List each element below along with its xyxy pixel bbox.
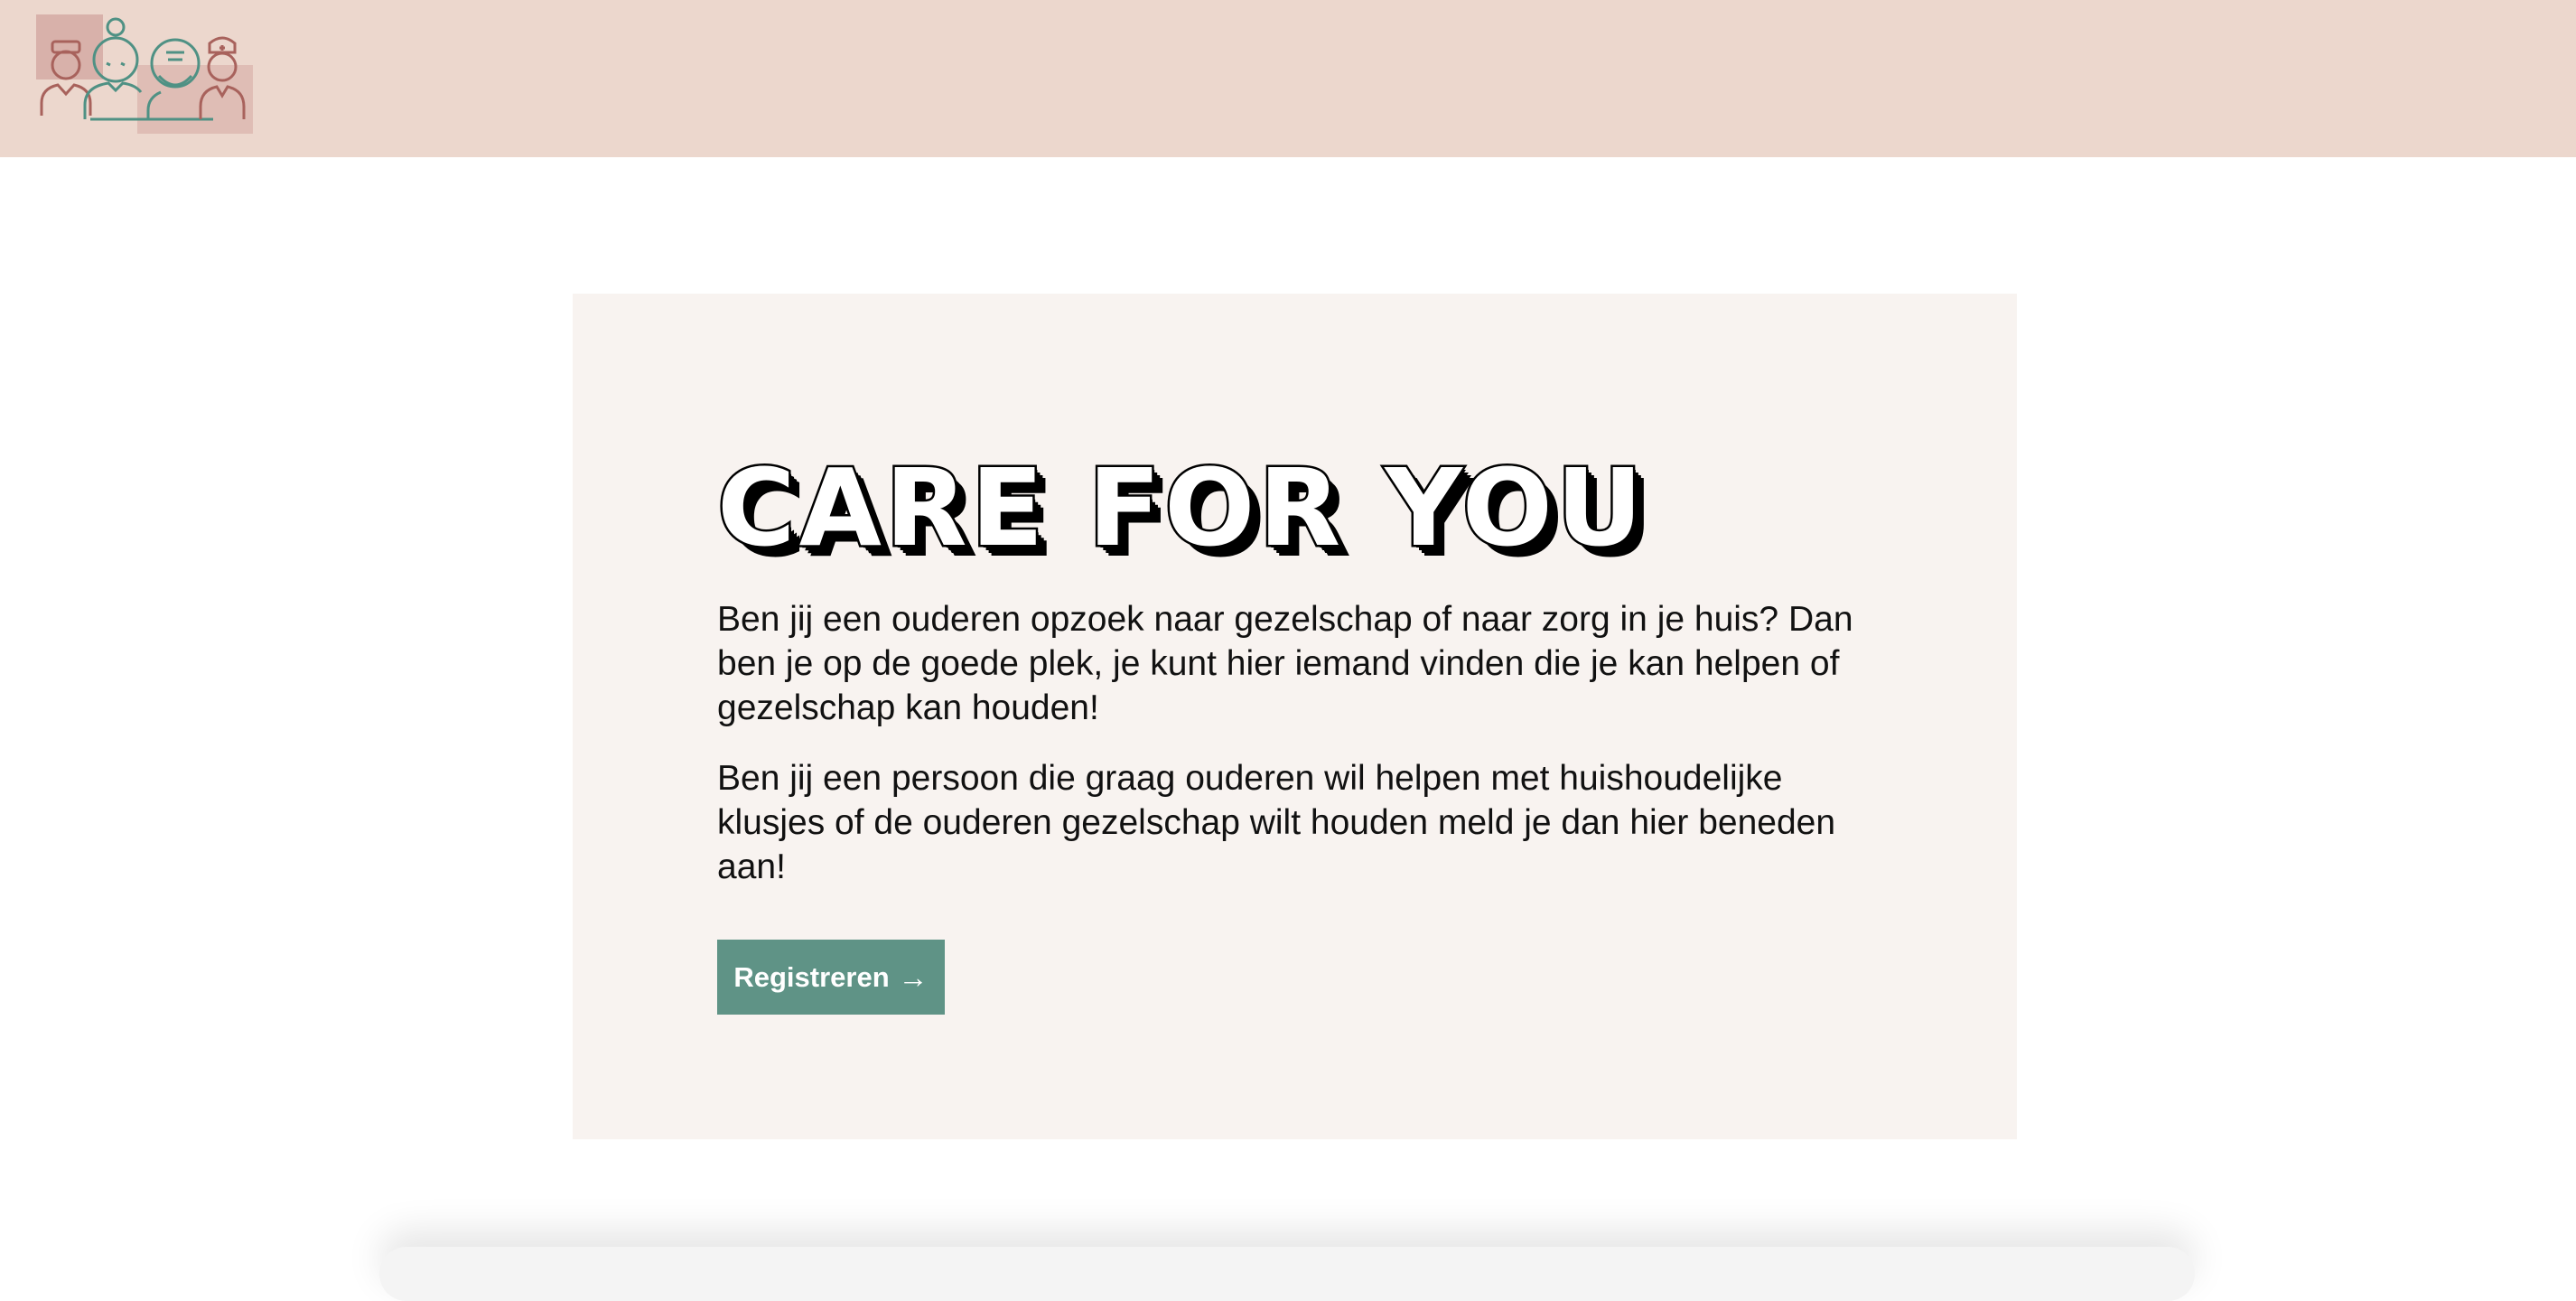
elderly-care-people-logo-icon [36,14,253,134]
hero-intro-text: Ben jij een ouderen opzoek naar gezelsch… [717,600,1853,727]
site-header [0,0,2576,157]
next-section-card [379,1247,2195,1301]
register-button-label: Registreren [733,960,890,993]
register-button[interactable]: Registreren → [717,940,945,1015]
hero-volunteer-text: Ben jij een persoon die graag ouderen wi… [717,759,1836,886]
logo[interactable] [33,13,258,136]
arrow-right-icon: → [898,960,929,994]
hero-title: CARE FOR YOU [715,444,1647,573]
